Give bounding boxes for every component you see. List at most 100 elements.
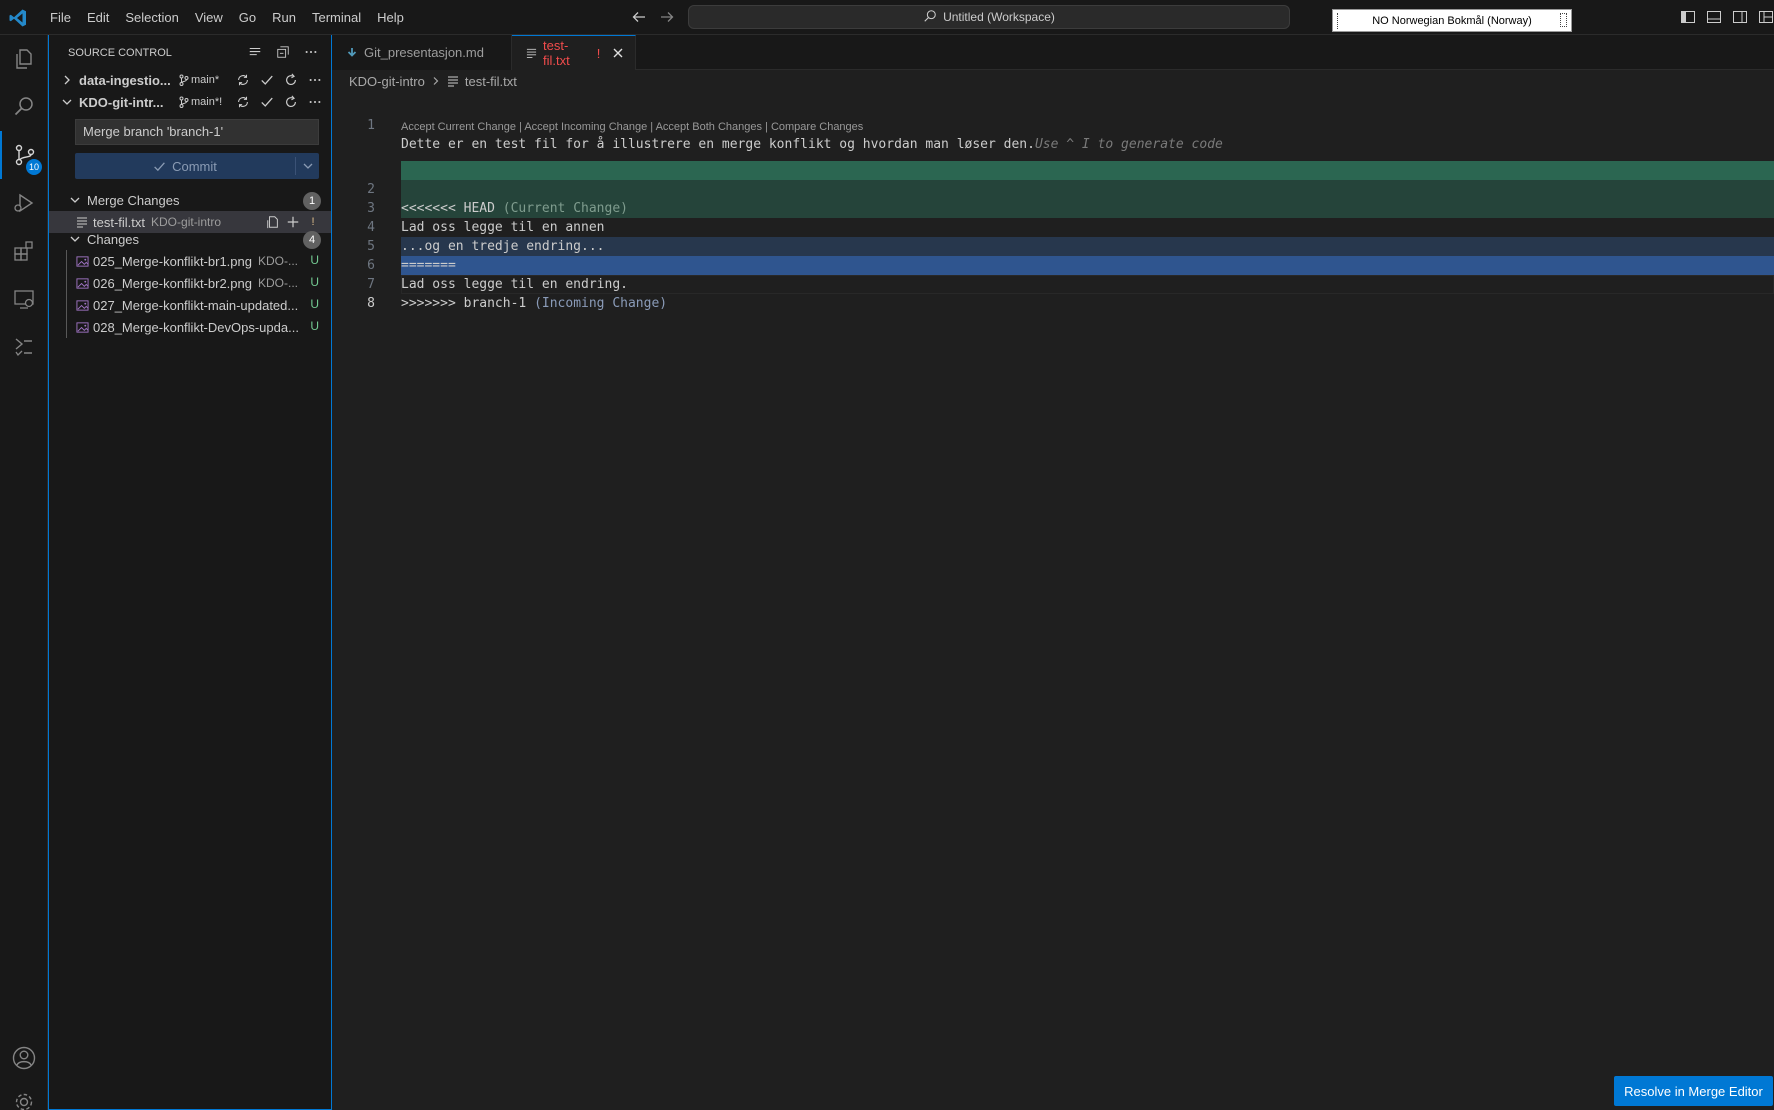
file-folder: KDO-git-intro xyxy=(151,215,222,229)
sync-changes-icon[interactable] xyxy=(235,94,251,110)
layout-controls xyxy=(1680,9,1774,25)
chevron-down-icon[interactable] xyxy=(296,153,319,179)
back-arrow-icon[interactable] xyxy=(630,8,648,26)
command-center-label: Untitled (Workspace) xyxy=(943,10,1055,24)
repo-row-kdo-git-intro[interactable]: KDO-git-intr... main*! xyxy=(49,91,331,113)
change-file-row[interactable]: 025_Merge-konflikt-br1.png KDO-... U xyxy=(49,250,331,272)
code-line: 1 Dette er en test fil for å illustrere … xyxy=(332,97,1774,152)
repo-branch[interactable]: main*! xyxy=(179,96,227,108)
group-label: Merge Changes xyxy=(87,192,180,208)
resolve-in-merge-editor-button[interactable]: Resolve in Merge Editor xyxy=(1614,1076,1773,1106)
file-name: 028_Merge-konflikt-DevOps-upda... xyxy=(93,319,299,335)
chevron-right-icon[interactable] xyxy=(59,72,75,88)
source-control-icon[interactable]: 10 xyxy=(0,131,48,179)
menu-go[interactable]: Go xyxy=(231,0,264,35)
tab-label: test-fil.txt xyxy=(543,38,570,68)
menu-selection[interactable]: Selection xyxy=(117,0,186,35)
sidebar-title: SOURCE CONTROL xyxy=(68,46,172,59)
menu-help[interactable]: Help xyxy=(369,0,412,35)
code-line: 2 <<<<<<< HEAD (Current Change) xyxy=(332,161,1774,216)
commit-check-icon[interactable] xyxy=(259,72,275,88)
testing-icon[interactable] xyxy=(0,323,48,371)
change-file-row[interactable]: 028_Merge-konflikt-DevOps-upda... U xyxy=(49,316,331,338)
breadcrumb-folder[interactable]: KDO-git-intro xyxy=(349,74,425,89)
run-debug-icon[interactable] xyxy=(0,179,48,227)
search-icon[interactable] xyxy=(0,83,48,131)
toggle-primary-sidebar-icon[interactable] xyxy=(1680,9,1696,25)
chevron-down-icon[interactable] xyxy=(59,94,75,110)
breadcrumb-file[interactable]: test-fil.txt xyxy=(465,74,517,89)
copilot-hint: Use ^ I to generate code xyxy=(1034,137,1223,152)
menu-terminal[interactable]: Terminal xyxy=(304,0,369,35)
chevron-down-icon[interactable] xyxy=(67,192,83,208)
repo-branch-label: main* xyxy=(191,74,220,86)
changes-group[interactable]: Changes 4 xyxy=(49,228,331,250)
untracked-status: U xyxy=(310,297,319,311)
menu-run[interactable]: Run xyxy=(264,0,304,35)
file-name: 026_Merge-konflikt-br2.png xyxy=(93,275,252,291)
merge-codelens[interactable]: Accept Current Change | Accept Incoming … xyxy=(401,119,863,135)
file-name: 027_Merge-konflikt-main-updated... xyxy=(93,297,299,313)
markdown-download-icon xyxy=(347,47,357,57)
repo-name: data-ingestio... xyxy=(79,72,171,88)
branch-icon xyxy=(179,74,189,86)
commit-button[interactable]: Commit xyxy=(75,153,319,179)
accounts-icon[interactable] xyxy=(0,1034,48,1082)
collapse-all-icon[interactable] xyxy=(275,44,291,60)
sync-changes-icon[interactable] xyxy=(235,72,251,88)
image-file-icon xyxy=(75,254,89,268)
refresh-icon[interactable] xyxy=(283,94,299,110)
commit-button-main[interactable]: Commit xyxy=(75,153,295,179)
commit-message-input[interactable]: Merge branch 'branch-1' xyxy=(75,119,319,145)
command-center[interactable]: Untitled (Workspace) xyxy=(688,5,1290,29)
explorer-icon[interactable] xyxy=(0,35,48,83)
branch-icon xyxy=(179,96,189,108)
untracked-status: U xyxy=(310,319,319,333)
manage-gear-icon[interactable] xyxy=(0,1078,48,1110)
sidebar-header-actions xyxy=(247,44,319,60)
code-line: 3 Lad oss legge til en annen xyxy=(332,180,1774,235)
merge-changes-group[interactable]: Merge Changes 1 xyxy=(49,189,331,211)
chevron-down-icon[interactable] xyxy=(67,231,83,247)
chevron-right-icon xyxy=(433,77,439,85)
refresh-icon[interactable] xyxy=(283,72,299,88)
code-line: 5 ======= xyxy=(332,218,1774,273)
view-as-list-icon[interactable] xyxy=(247,44,263,60)
repo-more-icon[interactable] xyxy=(307,72,323,88)
commit-button-label: Commit xyxy=(172,158,217,174)
remote-explorer-icon[interactable] xyxy=(0,275,48,323)
text-file-icon xyxy=(526,48,537,59)
code-line: 7 >>>>>>> branch-1 (Incoming Change) xyxy=(332,256,1774,311)
toggle-panel-icon[interactable] xyxy=(1706,9,1722,25)
close-icon[interactable] xyxy=(610,45,625,61)
code-line: 6 Lad oss legge til en endring. xyxy=(332,237,1774,292)
text-file-icon xyxy=(75,215,89,229)
commit-check-icon[interactable] xyxy=(259,94,275,110)
repo-row-data-ingestion[interactable]: data-ingestio... main* xyxy=(49,69,331,91)
toggle-secondary-sidebar-icon[interactable] xyxy=(1732,9,1748,25)
line-number: 1 xyxy=(367,118,375,133)
change-file-row[interactable]: 026_Merge-konflikt-br2.png KDO-... U xyxy=(49,272,331,294)
editor-tabs: Git_presentasjon.md test-fil.txt ! xyxy=(332,35,1774,70)
search-icon xyxy=(923,9,937,26)
extensions-icon[interactable] xyxy=(0,227,48,275)
untracked-status: U xyxy=(310,275,319,289)
tab-git-presentasjon[interactable]: Git_presentasjon.md xyxy=(332,35,512,70)
repo-branch-label: main*! xyxy=(191,96,223,108)
group-label: Changes xyxy=(87,231,140,247)
repo-branch[interactable]: main* xyxy=(179,74,227,86)
repo-more-icon[interactable] xyxy=(307,94,323,110)
menu-file[interactable]: File xyxy=(42,0,79,35)
text-file-icon xyxy=(447,76,458,87)
menu-view[interactable]: View xyxy=(187,0,231,35)
change-file-row[interactable]: 027_Merge-konflikt-main-updated... U xyxy=(49,294,331,316)
more-actions-icon[interactable] xyxy=(303,44,319,60)
tab-test-fil[interactable]: test-fil.txt ! xyxy=(512,35,636,70)
customize-layout-icon[interactable] xyxy=(1758,9,1774,25)
language-grip-left xyxy=(1337,13,1339,29)
line-content: >>>>>>> branch-1 xyxy=(401,296,527,311)
language-indicator[interactable]: NO Norwegian Bokmål (Norway) xyxy=(1332,9,1572,32)
line-text: >>>>>>> branch-1 (Incoming Change) xyxy=(401,294,667,313)
menu-edit[interactable]: Edit xyxy=(79,0,117,35)
forward-arrow-icon[interactable] xyxy=(658,8,676,26)
